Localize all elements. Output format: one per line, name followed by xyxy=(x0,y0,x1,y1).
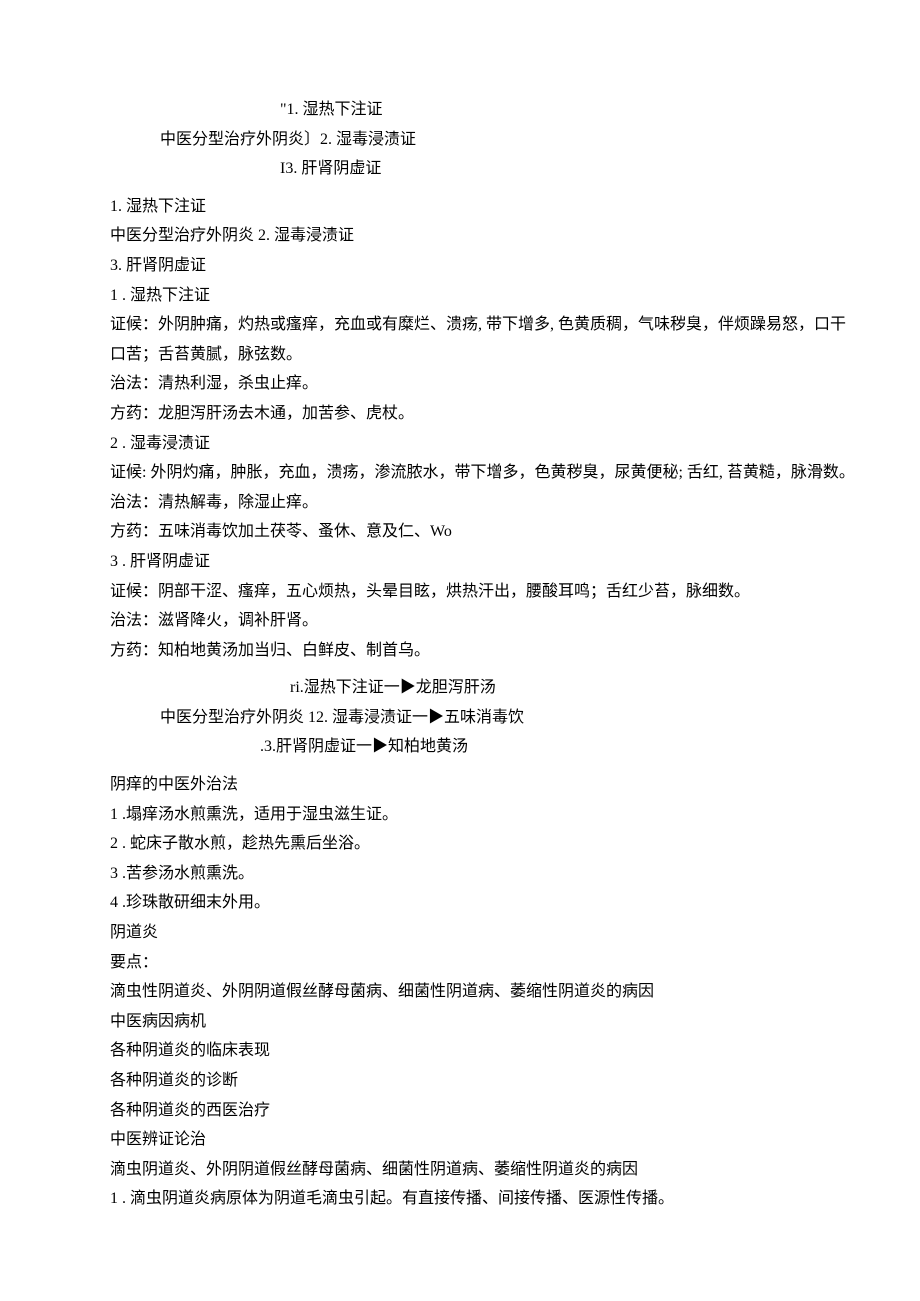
mapping-line-1: ri.湿热下注证一▶龙胆泻肝汤 xyxy=(60,673,860,703)
section3-zhenghou: 证候：阴部干涩、瘙痒，五心烦热，头晕目眩，烘热汗出，腰酸耳鸣；舌红少苔，脉细数。 xyxy=(60,577,860,607)
waizhi-item-1: 1 .塌痒汤水煎熏洗，适用于湿虫滋生证。 xyxy=(60,800,860,830)
mapping-line-2: 中医分型治疗外阴炎 12. 湿毒浸渍证一▶五味消毒饮 xyxy=(60,703,860,733)
mapping-line-3: .3.肝肾阴虚证一▶知柏地黄汤 xyxy=(60,732,860,762)
header-line-1: "1. 湿热下注证 xyxy=(60,95,860,125)
ydy-line-5: 各种阴道炎的西医治疗 xyxy=(60,1096,860,1126)
intro-line-3: 3. 肝肾阴虚证 xyxy=(60,251,860,281)
intro-line-1: 1. 湿热下注证 xyxy=(60,192,860,222)
section2-title: 2 . 湿毒浸渍证 xyxy=(60,429,860,459)
waizhi-title: 阴痒的中医外治法 xyxy=(60,770,860,800)
ydy-title: 阴道炎 xyxy=(60,918,860,948)
section1-fangyao: 方药：龙胆泻肝汤去木通，加苦参、虎杖。 xyxy=(60,399,860,429)
section1-title: 1 . 湿热下注证 xyxy=(60,281,860,311)
section3-fangyao: 方药：知柏地黄汤加当归、白鲜皮、制首乌。 xyxy=(60,636,860,666)
section2-zhifa: 治法：清热解毒，除湿止痒。 xyxy=(60,488,860,518)
waizhi-item-4: 4 .珍珠散研细末外用。 xyxy=(60,888,860,918)
section3-zhifa: 治法：滋肾降火，调补肝肾。 xyxy=(60,606,860,636)
ydy-line-7: 滴虫阴道炎、外阴阴道假丝酵母菌病、细菌性阴道病、萎缩性阴道炎的病因 xyxy=(60,1155,860,1185)
waizhi-item-2: 2 . 蛇床子散水煎，趁热先熏后坐浴。 xyxy=(60,829,860,859)
ydy-yaodian: 要点： xyxy=(60,948,860,978)
ydy-line-4: 各种阴道炎的诊断 xyxy=(60,1066,860,1096)
ydy-line-6: 中医辨证论治 xyxy=(60,1125,860,1155)
ydy-line-8: 1 . 滴虫阴道炎病原体为阴道毛滴虫引起。有直接传播、间接传播、医源性传播。 xyxy=(60,1184,860,1214)
section2-fangyao: 方药：五味消毒饮加土茯苓、蚤休、意及仁、Wo xyxy=(60,517,860,547)
header-line-3: I3. 肝肾阴虚证 xyxy=(60,154,860,184)
ydy-line-1: 滴虫性阴道炎、外阴阴道假丝酵母菌病、细菌性阴道病、萎缩性阴道炎的病因 xyxy=(60,977,860,1007)
header-line-2: 中医分型治疗外阴炎〕2. 湿毒浸渍证 xyxy=(60,125,860,155)
section2-zhenghou: 证候: 外阴灼痛，肿胀，充血，溃疡，渗流脓水，带下增多，色黄秽臭，尿黄便秘; 舌… xyxy=(60,458,860,488)
intro-line-2: 中医分型治疗外阴炎 2. 湿毒浸渍证 xyxy=(60,221,860,251)
section3-title: 3 . 肝肾阴虚证 xyxy=(60,547,860,577)
ydy-line-2: 中医病因病机 xyxy=(60,1007,860,1037)
section1-zhenghou: 证候：外阴肿痛，灼热或瘙痒，充血或有糜烂、溃疡, 带下增多, 色黄质稠，气味秽臭… xyxy=(60,310,860,369)
waizhi-item-3: 3 .苦参汤水煎熏洗。 xyxy=(60,859,860,889)
ydy-line-3: 各种阴道炎的临床表现 xyxy=(60,1036,860,1066)
section1-zhifa: 治法：清热利湿，杀虫止痒。 xyxy=(60,369,860,399)
